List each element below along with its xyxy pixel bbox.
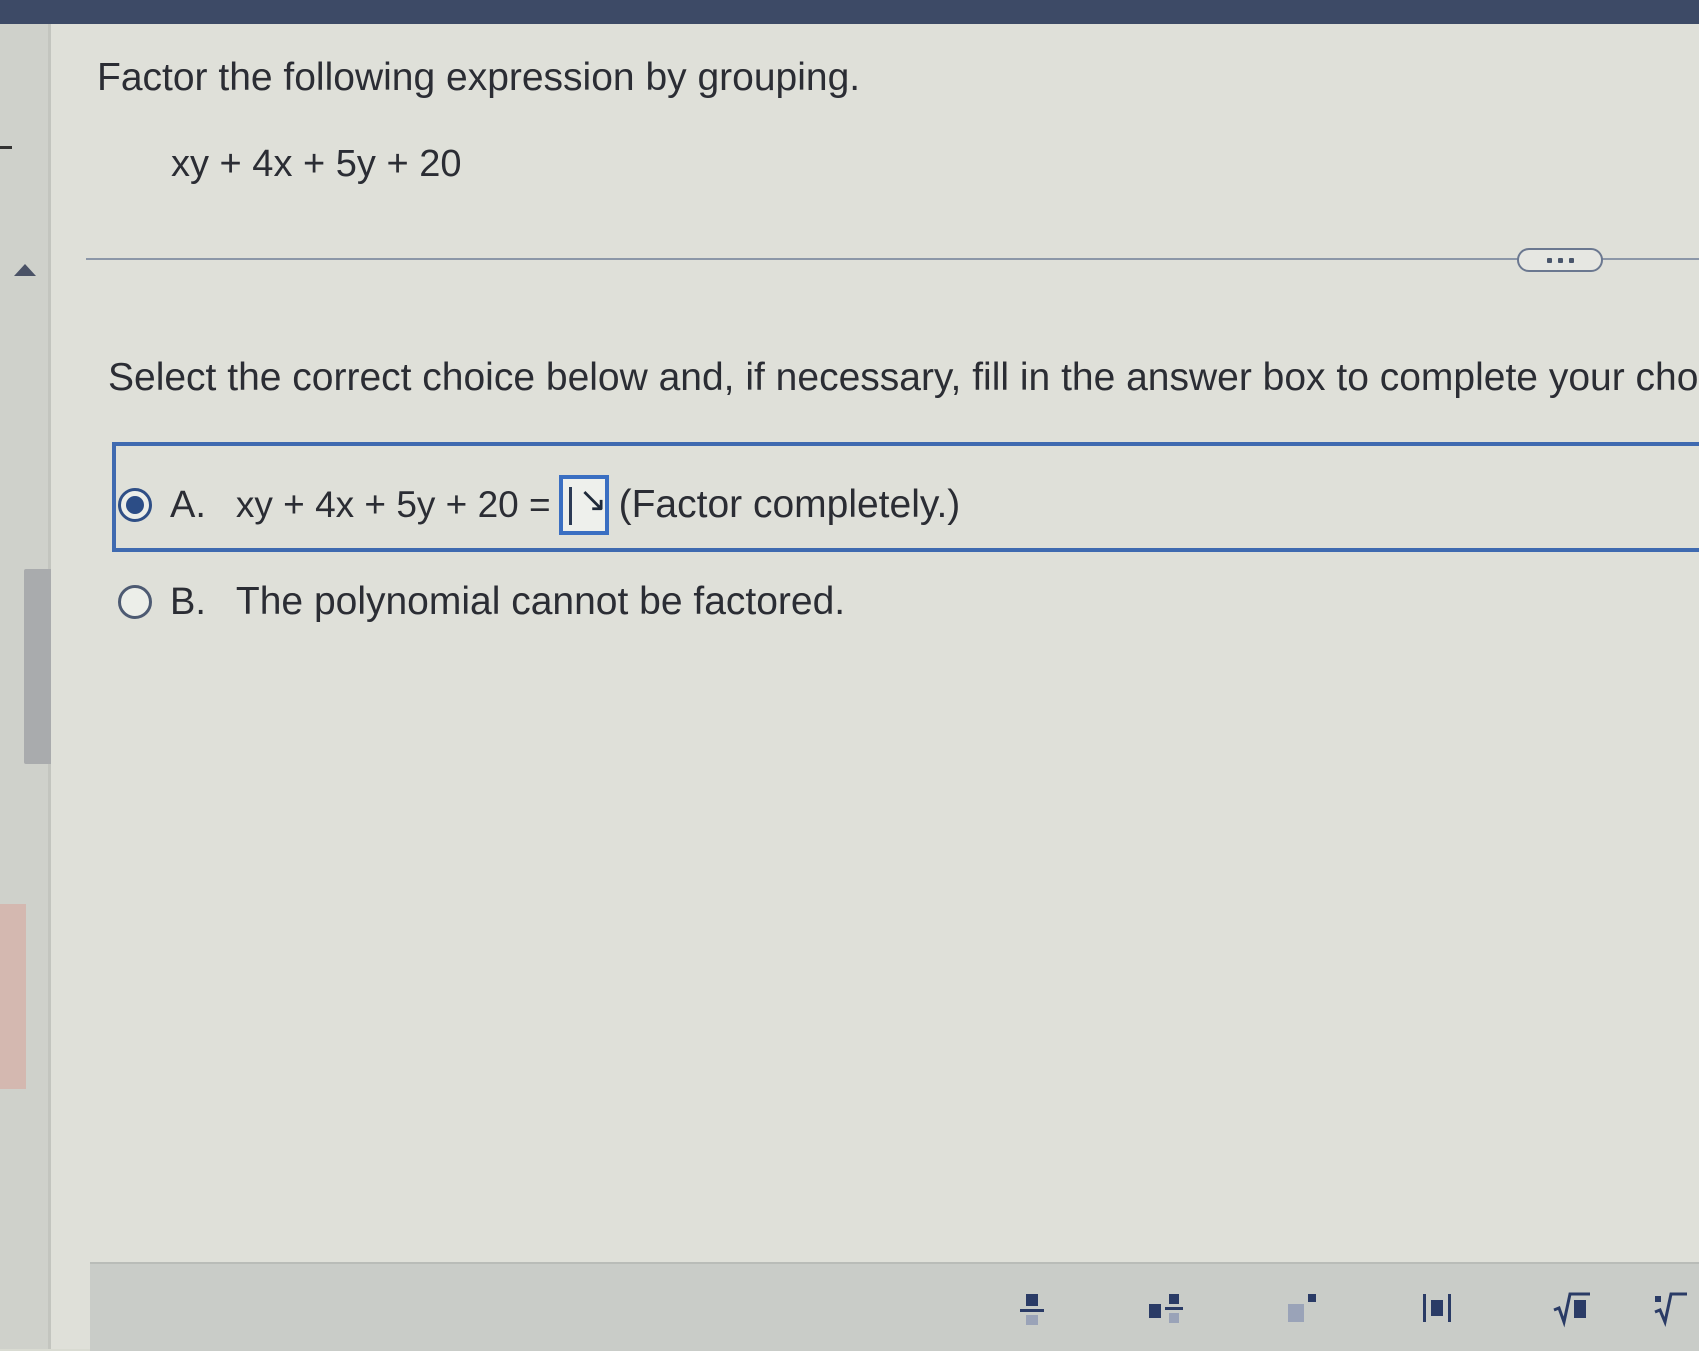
math-toolbar (90, 1262, 1699, 1351)
question-title: Factor the following expression by group… (97, 56, 861, 99)
more-options-button[interactable] (1517, 248, 1603, 272)
nth-root-button[interactable] (1639, 1268, 1699, 1348)
more-dot-icon (1557, 257, 1563, 263)
text-caret (568, 487, 572, 525)
more-dot-icon (1568, 257, 1574, 263)
radio-selected-dot (126, 496, 144, 514)
choice-b-text: The polynomial cannot be factored. (235, 580, 846, 623)
left-rail (0, 24, 62, 1349)
instructions: Select the correct choice below and, if … (108, 356, 1699, 399)
choice-b[interactable]: B. The polynomial cannot be factored. (118, 574, 845, 630)
answer-input[interactable]: ↘ (558, 475, 609, 535)
rail-highlight (0, 904, 26, 1089)
mouse-cursor-icon: ↘ (578, 481, 608, 519)
square-root-icon (1552, 1292, 1590, 1327)
choice-a-letter: A. (170, 483, 206, 526)
exponent-icon (1287, 1293, 1316, 1322)
nth-root-icon (1654, 1292, 1687, 1327)
square-root-button[interactable] (1504, 1268, 1639, 1348)
choice-a[interactable]: A. xy + 4x + 5y + 20 = ↘ (Factor complet… (118, 475, 961, 535)
exponent-button[interactable] (1234, 1268, 1369, 1348)
choice-a-hint: (Factor completely.) (618, 483, 961, 526)
fraction-icon (1019, 1293, 1044, 1325)
more-dot-icon (1546, 257, 1552, 263)
choice-b-letter: B. (170, 580, 206, 623)
choice-b-radio[interactable] (118, 585, 152, 619)
scroll-up-icon[interactable] (14, 264, 36, 276)
choice-a-radio[interactable] (118, 488, 152, 522)
absolute-value-button[interactable] (1369, 1268, 1504, 1348)
top-bar (0, 0, 1699, 24)
rail-marker (0, 146, 12, 149)
absolute-value-icon (1422, 1293, 1451, 1322)
divider (86, 258, 1699, 260)
mixed-number-button[interactable] (1099, 1268, 1234, 1348)
question-expression: xy + 4x + 5y + 20 (171, 143, 462, 185)
fraction-button[interactable] (964, 1268, 1099, 1348)
mixed-number-icon (1148, 1293, 1183, 1323)
content-area (51, 24, 1699, 1349)
choice-a-equation: xy + 4x + 5y + 20 = (235, 484, 551, 525)
